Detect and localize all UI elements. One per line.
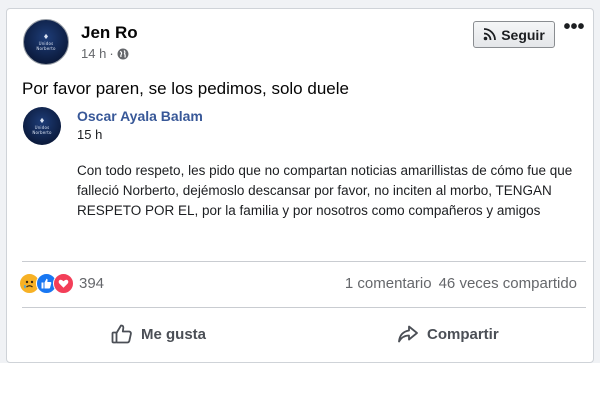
share-count[interactable]: 46 veces compartido <box>439 275 577 292</box>
comment-count[interactable]: 1 comentario <box>345 275 432 292</box>
share-button[interactable]: Compartir <box>397 319 499 349</box>
more-options-icon[interactable]: ••• <box>563 17 585 40</box>
post-meta: 14 h · <box>81 46 129 61</box>
like-button[interactable]: Me gusta <box>111 319 206 349</box>
globe-icon <box>117 48 129 59</box>
follow-button[interactable]: Seguir <box>473 21 555 48</box>
rss-icon <box>483 28 497 41</box>
meta-separator: · <box>109 46 114 61</box>
post-text: Por favor paren, se los pedimos, solo du… <box>22 79 349 98</box>
author-avatar[interactable]: ♦ Unidos Norberto <box>23 19 69 65</box>
avatar-logo-icon: ♦ <box>38 116 46 125</box>
like-label: Me gusta <box>141 325 207 343</box>
avatar-logo-text-2: Norberto <box>32 129 52 135</box>
post-time[interactable]: 14 h <box>81 46 106 61</box>
shared-post-body: Con todo respeto, les pido que no compar… <box>77 163 573 218</box>
divider <box>22 261 586 262</box>
shared-author-name[interactable]: Oscar Ayala Balam <box>77 108 203 124</box>
author-name[interactable]: Jen Ro <box>81 23 138 43</box>
love-icon <box>53 273 74 294</box>
follow-label: Seguir <box>501 26 545 43</box>
shared-post[interactable]: ♦ Unidos Norberto Oscar Ayala Balam 15 h… <box>13 101 588 257</box>
share-label: Compartir <box>427 325 499 343</box>
thumbs-up-icon <box>111 324 132 344</box>
divider <box>22 307 586 308</box>
avatar-logo-text-2: Norberto <box>36 45 56 51</box>
shared-post-time[interactable]: 15 h <box>77 127 102 142</box>
avatar-logo-icon: ♦ <box>42 32 50 41</box>
shared-author-avatar[interactable]: ♦ Unidos Norberto <box>23 107 61 145</box>
engagement-stats: 1 comentario 46 veces compartido <box>345 275 577 292</box>
share-arrow-icon <box>398 325 418 343</box>
post-card: ♦ Unidos Norberto Jen Ro 14 h · Seguir •… <box>6 8 594 363</box>
reactions-summary[interactable]: 394 <box>19 273 104 294</box>
reaction-count: 394 <box>79 275 105 292</box>
